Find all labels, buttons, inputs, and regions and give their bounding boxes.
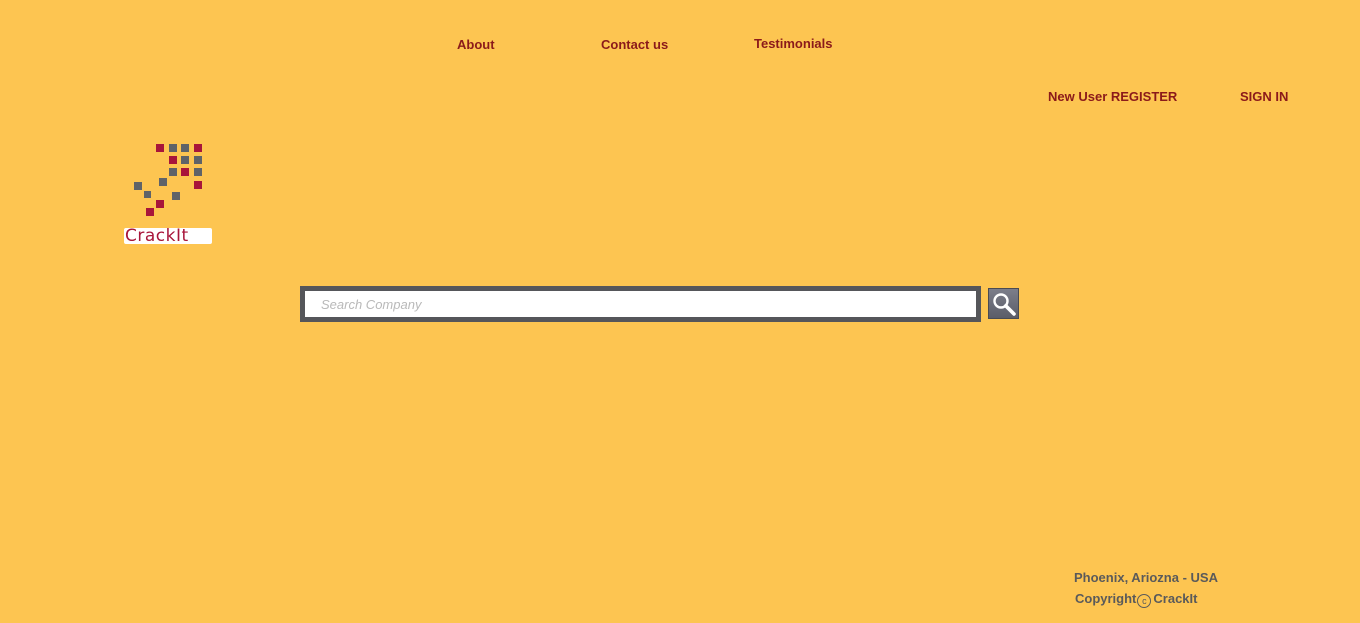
- sign-in-link[interactable]: SIGN IN: [1240, 89, 1288, 104]
- logo-square: [172, 192, 180, 200]
- logo-square: [169, 144, 177, 152]
- logo-square: [159, 178, 167, 186]
- logo-square: [156, 144, 164, 152]
- logo-square: [194, 181, 202, 189]
- logo-square: [181, 156, 189, 164]
- logo-square: [156, 200, 164, 208]
- search-box: [300, 286, 981, 322]
- crackit-logo[interactable]: CrackIt: [122, 142, 214, 248]
- footer-copyright: Copyright c CrackIt: [1075, 591, 1197, 608]
- logo-text: CrackIt: [125, 226, 189, 246]
- logo-square: [194, 156, 202, 164]
- nav-about-link[interactable]: About: [457, 37, 495, 52]
- logo-square: [194, 144, 202, 152]
- logo-square: [169, 168, 177, 176]
- copyright-name: CrackIt: [1153, 591, 1198, 606]
- search-input[interactable]: [305, 291, 976, 317]
- logo-square: [181, 144, 189, 152]
- logo-square: [146, 208, 154, 216]
- logo-square: [169, 156, 177, 164]
- search-button[interactable]: [988, 288, 1019, 319]
- logo-wordmark: CrackIt: [124, 226, 212, 246]
- copyright-icon: c: [1137, 594, 1152, 608]
- logo-square: [194, 168, 202, 176]
- nav-testimonials-link[interactable]: Testimonials: [754, 36, 833, 51]
- footer-location: Phoenix, Ariozna - USA: [1074, 570, 1218, 585]
- search-icon: [993, 293, 1016, 316]
- logo-square: [134, 182, 142, 190]
- register-link[interactable]: New User REGISTER: [1048, 89, 1177, 104]
- logo-square: [181, 168, 189, 176]
- nav-contact-link[interactable]: Contact us: [601, 37, 668, 52]
- copyright-prefix: Copyright: [1075, 591, 1137, 606]
- logo-square: [144, 191, 151, 198]
